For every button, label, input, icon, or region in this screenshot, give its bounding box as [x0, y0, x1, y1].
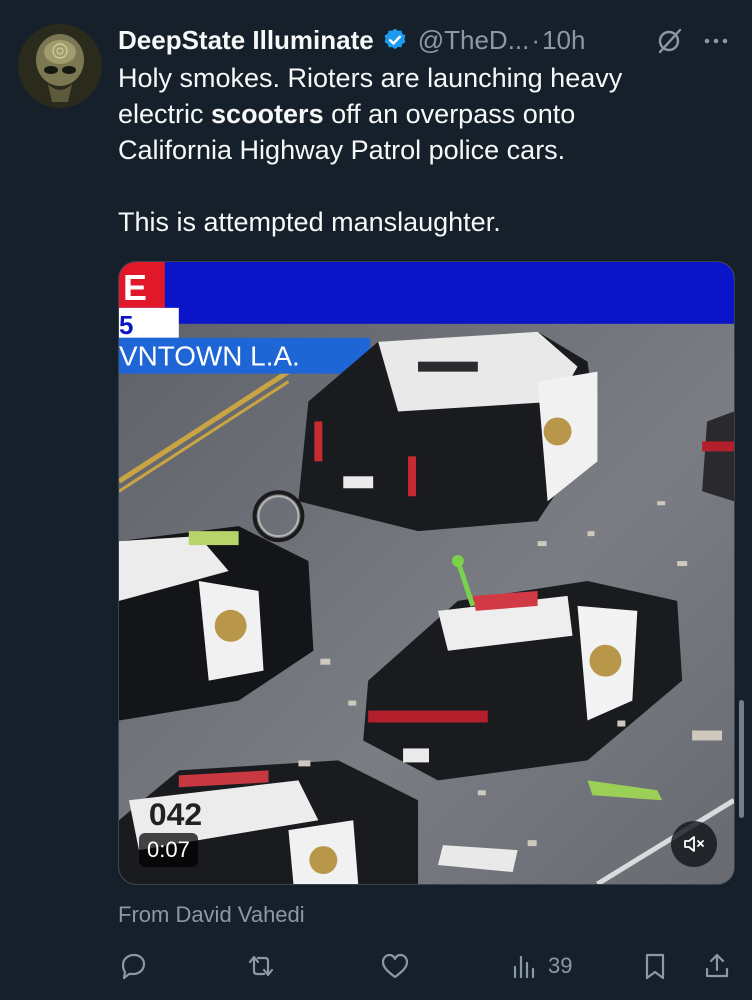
- tweet-text-line-1: Holy smokes. Rioters are launching heavy: [118, 63, 623, 93]
- video-frame: E 5 VNTOWN L.A. 042: [119, 262, 734, 884]
- tweet-text-fragment: off an overpass onto: [323, 99, 576, 129]
- video-duration: 0:07: [139, 833, 198, 867]
- repost-icon: [248, 955, 274, 977]
- more-icon[interactable]: [698, 26, 734, 56]
- video-player[interactable]: E 5 VNTOWN L.A. 042 0:07: [118, 261, 735, 885]
- mute-button[interactable]: [671, 821, 717, 867]
- separator: ·: [531, 24, 541, 55]
- broadcast-location: VNTOWN L.A.: [119, 341, 300, 372]
- tweet-text: Holy smokes. Rioters are launching heavy…: [118, 60, 728, 240]
- grok-icon[interactable]: [654, 26, 684, 56]
- tweet-text-bold: scooters: [211, 99, 324, 129]
- vehicle-number: 042: [149, 796, 202, 832]
- tweet-text-line-3: California Highway Patrol police cars.: [118, 135, 566, 165]
- tweet-text-fragment: electric: [118, 99, 212, 129]
- reply-button[interactable]: [118, 946, 148, 986]
- views-icon: [513, 955, 535, 979]
- tweet-text-line-2: electric scooters off an overpass onto: [118, 96, 728, 132]
- like-button[interactable]: [380, 946, 410, 986]
- repost-button[interactable]: [246, 946, 276, 986]
- broadcast-fragment-top: E: [123, 268, 147, 308]
- media-source[interactable]: From David Vahedi: [118, 902, 305, 928]
- display-name[interactable]: DeepState Illuminate: [118, 25, 374, 56]
- scrollbar[interactable]: [739, 700, 744, 818]
- share-button[interactable]: [702, 946, 732, 986]
- alien-avatar-image: [18, 24, 102, 108]
- bookmark-icon: [645, 953, 665, 980]
- tweet: DeepState Illuminate @TheD... · 10h Holy…: [0, 0, 752, 1000]
- bookmark-button[interactable]: [640, 946, 670, 986]
- like-icon: [381, 953, 409, 979]
- broadcast-fragment-middle: 5: [119, 312, 133, 340]
- mute-icon: [684, 836, 704, 852]
- share-icon: [705, 953, 729, 978]
- avatar[interactable]: [18, 24, 102, 108]
- handle[interactable]: @TheD...: [418, 25, 530, 56]
- verified-badge-icon: [382, 27, 408, 53]
- action-bar: 39: [118, 946, 738, 986]
- reply-icon: [121, 953, 146, 980]
- views-button[interactable]: 39: [510, 946, 572, 986]
- tweet-header: DeepState Illuminate @TheD... · 10h: [118, 22, 738, 58]
- tweet-text-line-4: This is attempted manslaughter.: [118, 207, 501, 237]
- views-count: 39: [548, 953, 573, 978]
- timestamp[interactable]: 10h: [542, 25, 585, 56]
